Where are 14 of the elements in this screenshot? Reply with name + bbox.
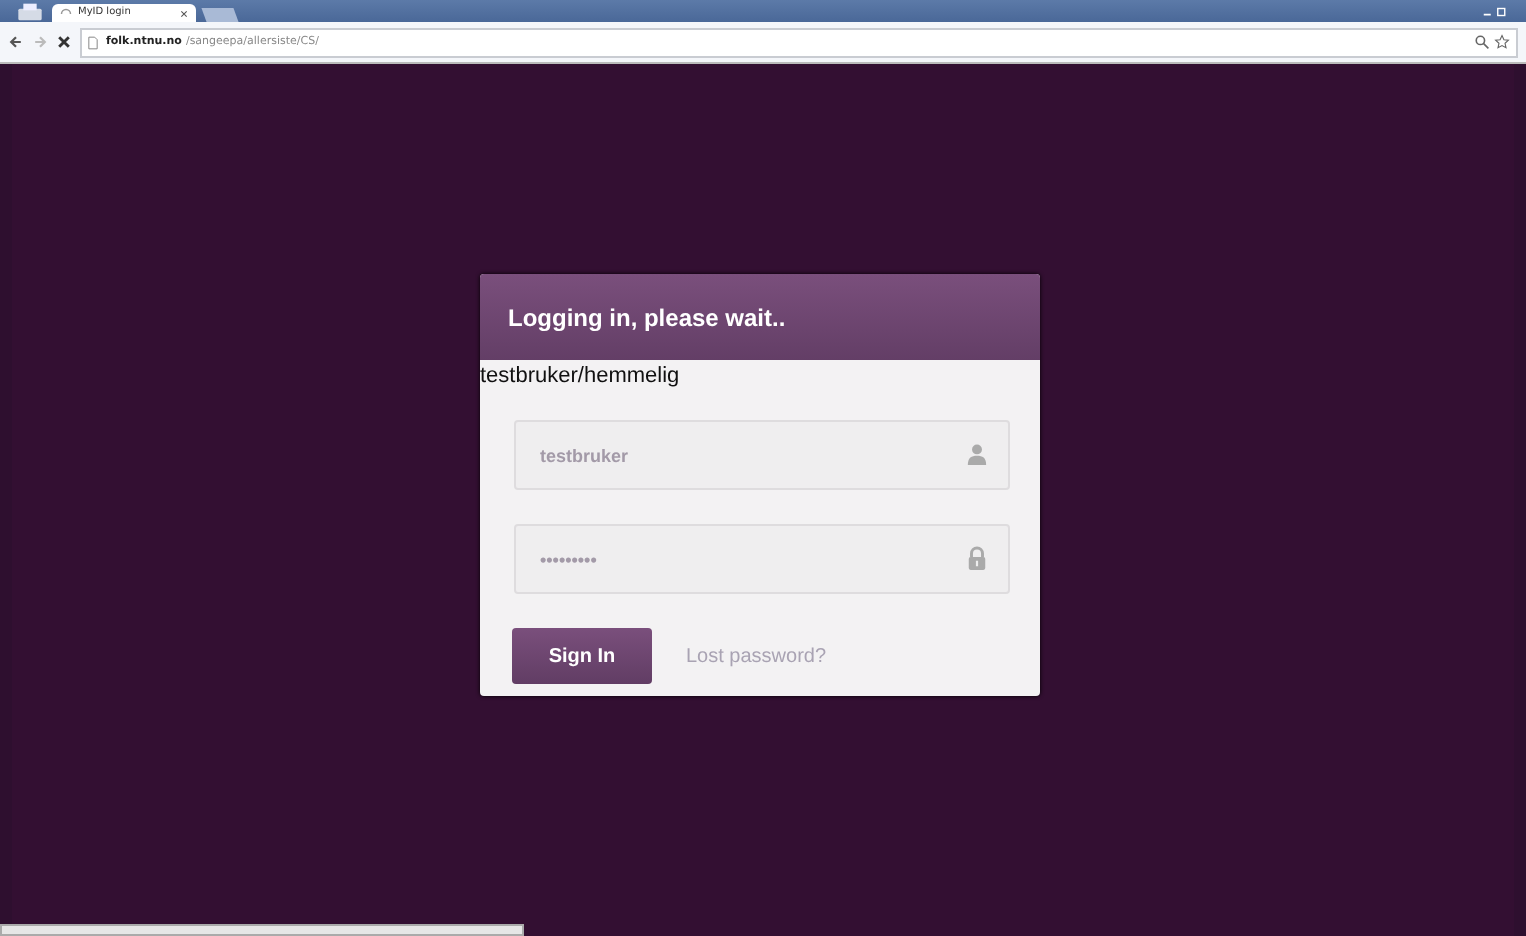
user-icon [966,442,988,466]
back-icon[interactable] [8,34,24,50]
window-controls-icon[interactable] [1482,5,1510,17]
card-title: Logging in, please wait.. [508,303,786,331]
credentials-note: testbruker/hemmelig [480,362,682,392]
loading-icon [60,7,72,19]
new-tab-button[interactable] [201,8,239,22]
stop-icon[interactable] [56,34,72,50]
close-tab-icon[interactable] [180,9,188,17]
sign-in-button[interactable]: Sign In [512,628,652,684]
lock-icon [966,546,988,570]
zoom-icon[interactable] [1474,34,1490,50]
star-icon[interactable] [1494,34,1510,50]
page-icon [88,35,98,49]
